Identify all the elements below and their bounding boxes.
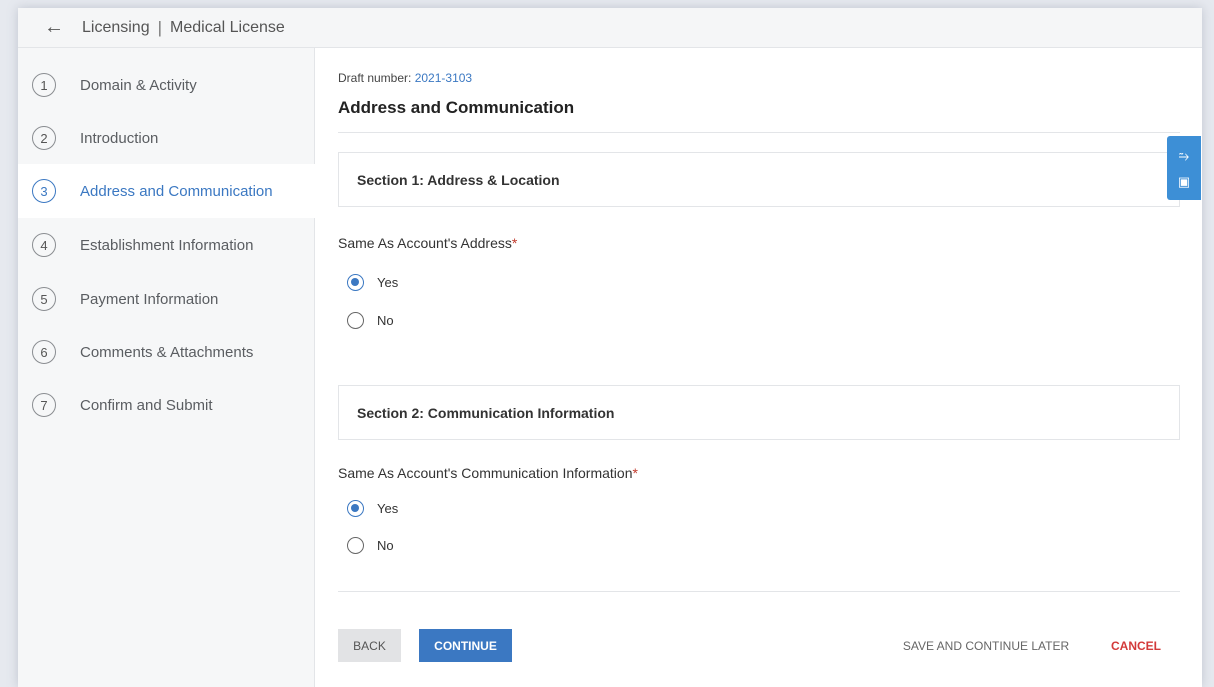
step-comments-attachments[interactable]: 6 Comments & Attachments xyxy=(18,325,315,379)
top-bar: ← Licensing | Medical License xyxy=(18,8,1202,48)
step-introduction[interactable]: 2 Introduction xyxy=(18,111,315,165)
step-label: Introduction xyxy=(80,129,159,147)
chat-icon[interactable]: ▣ xyxy=(1178,175,1190,188)
radio-label: No xyxy=(377,313,394,328)
address-no-option[interactable]: No xyxy=(347,312,394,329)
accessibility-icon[interactable]: ⥲ xyxy=(1179,149,1189,162)
communication-yes-option[interactable]: Yes xyxy=(347,500,398,517)
communication-no-option[interactable]: No xyxy=(347,537,394,554)
continue-button[interactable]: CONTINUE xyxy=(419,629,512,662)
required-mark: * xyxy=(632,465,638,481)
question-text: Same As Account's Address xyxy=(338,235,512,251)
section-1-header: Section 1: Address & Location xyxy=(338,152,1180,207)
step-label: Comments & Attachments xyxy=(80,343,254,361)
page-title: Address and Communication xyxy=(338,98,575,117)
app-window: ← Licensing | Medical License 1 Domain &… xyxy=(18,8,1202,687)
section-2-header: Section 2: Communication Information xyxy=(338,385,1180,440)
same-address-question: Same As Account's Address* xyxy=(338,235,517,251)
section-1-title: Section 1: Address & Location xyxy=(357,171,560,188)
breadcrumb-licensing[interactable]: Licensing xyxy=(82,19,150,37)
steps-sidebar: 1 Domain & Activity 2 Introduction 3 Add… xyxy=(18,48,315,687)
breadcrumb-medical-license: Medical License xyxy=(170,18,285,36)
step-number: 5 xyxy=(32,287,56,311)
step-label: Establishment Information xyxy=(80,236,254,254)
step-label: Confirm and Submit xyxy=(80,396,213,414)
breadcrumb-separator: | xyxy=(157,17,163,37)
floating-help-widget: ⥲ ▣ xyxy=(1167,136,1201,200)
step-label: Address and Communication xyxy=(80,182,273,200)
step-number: 1 xyxy=(32,73,56,97)
step-number: 6 xyxy=(32,340,56,364)
save-and-continue-later-button[interactable]: SAVE AND CONTINUE LATER xyxy=(891,629,1081,662)
radio-unselected[interactable] xyxy=(347,537,364,554)
back-button[interactable]: BACK xyxy=(338,629,401,662)
radio-selected[interactable] xyxy=(347,274,364,291)
step-establishment-information[interactable]: 4 Establishment Information xyxy=(18,218,315,272)
step-label: Domain & Activity xyxy=(80,76,197,94)
radio-label: Yes xyxy=(377,501,399,516)
step-number: 2 xyxy=(32,126,56,150)
radio-label: No xyxy=(377,538,394,553)
draft-number: 2021-3103 xyxy=(414,71,473,85)
section-2-title: Section 2: Communication Information xyxy=(357,404,615,421)
step-address-communication[interactable]: 3 Address and Communication xyxy=(18,164,315,218)
step-domain-activity[interactable]: 1 Domain & Activity xyxy=(18,58,315,112)
back-arrow-icon[interactable]: ← xyxy=(44,16,64,38)
question-text: Same As Account's Communication Informat… xyxy=(338,465,633,481)
required-mark: * xyxy=(511,235,518,251)
address-yes-option[interactable]: Yes xyxy=(347,274,398,291)
same-communication-question: Same As Account's Communication Informat… xyxy=(338,465,638,481)
main-content: Draft number: 2021-3103 Address and Comm… xyxy=(316,48,1202,687)
step-number: 3 xyxy=(32,179,56,203)
radio-selected[interactable] xyxy=(347,500,364,517)
step-label: Payment Information xyxy=(80,290,219,308)
radio-unselected[interactable] xyxy=(347,312,364,329)
title-divider xyxy=(338,132,1180,133)
actions-divider xyxy=(338,591,1180,592)
step-payment-information[interactable]: 5 Payment Information xyxy=(18,272,315,326)
radio-label: Yes xyxy=(377,275,399,290)
step-confirm-submit[interactable]: 7 Confirm and Submit xyxy=(18,378,315,432)
draft-number-line: Draft number: 2021-3103 xyxy=(338,71,472,85)
step-number: 7 xyxy=(32,393,56,417)
draft-label: Draft number: xyxy=(338,71,412,85)
step-number: 4 xyxy=(32,233,56,257)
cancel-button[interactable]: CANCEL xyxy=(1106,629,1166,662)
